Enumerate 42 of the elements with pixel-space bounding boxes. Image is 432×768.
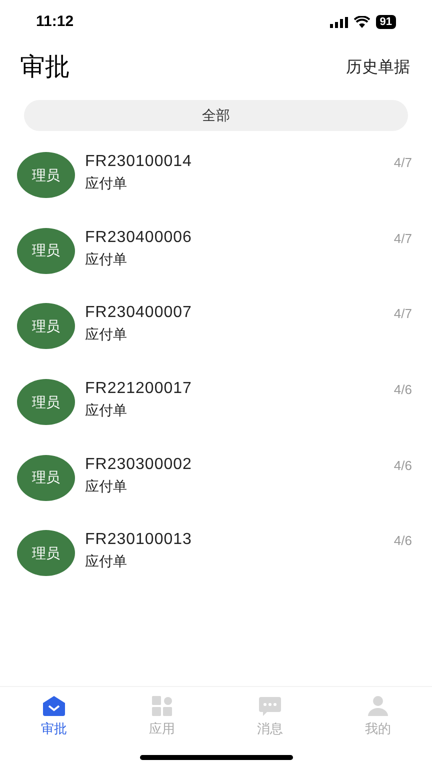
item-date: 4/6 <box>394 456 412 475</box>
battery-level: 91 <box>376 15 396 29</box>
page-title: 审批 <box>20 52 70 84</box>
avatar: 理员 <box>17 379 75 426</box>
document-number: FR230100013 <box>85 530 193 550</box>
person-icon <box>366 695 390 717</box>
approval-item[interactable]: 理员 FR230100013 应付单 4/6 <box>0 521 432 598</box>
avatar: 理员 <box>17 228 75 274</box>
approval-item[interactable]: 理员 FR221200017 应付单 4/6 <box>0 370 432 446</box>
document-number: FR230100014 <box>85 152 193 172</box>
document-type: 应付单 <box>85 552 128 572</box>
approval-item[interactable]: 理员 FR230400006 应付单 4/7 <box>0 218 432 294</box>
approval-item[interactable]: 理员 FR230400007 应付单 4/7 <box>0 294 432 370</box>
document-number: FR221200017 <box>85 379 193 400</box>
item-date: 4/6 <box>394 381 412 400</box>
document-type: 应付单 <box>85 476 128 496</box>
document-type: 应付单 <box>85 401 128 420</box>
grid-icon <box>150 695 174 717</box>
item-date: 4/7 <box>394 305 412 324</box>
approval-item[interactable]: 理员 FR230300002 应付单 4/6 <box>0 446 432 522</box>
tab-item[interactable]: 审批 <box>0 695 108 738</box>
chat-icon <box>258 695 282 717</box>
document-type: 应付单 <box>85 325 128 344</box>
envelope-icon <box>42 695 66 717</box>
approval-item[interactable]: 理员 FR230100014 应付单 4/7 <box>0 143 432 219</box>
document-number: FR230400007 <box>85 303 193 324</box>
avatar: 理员 <box>17 530 75 576</box>
avatar: 理员 <box>17 303 75 350</box>
filter-pill[interactable]: 全部 <box>24 100 408 131</box>
document-number: FR230300002 <box>85 454 193 475</box>
document-type: 应付单 <box>85 174 128 193</box>
signal-icon <box>330 16 348 28</box>
item-date: 4/7 <box>394 154 412 172</box>
avatar: 理员 <box>17 454 75 501</box>
avatar: 理员 <box>17 152 75 198</box>
item-date: 4/7 <box>394 230 412 248</box>
item-date: 4/6 <box>394 532 412 550</box>
status-time: 11:12 <box>36 12 74 32</box>
document-number: FR230400006 <box>85 228 193 248</box>
history-link[interactable]: 历史单据 <box>346 56 410 80</box>
document-type: 应付单 <box>85 250 128 269</box>
wifi-icon <box>354 16 370 28</box>
